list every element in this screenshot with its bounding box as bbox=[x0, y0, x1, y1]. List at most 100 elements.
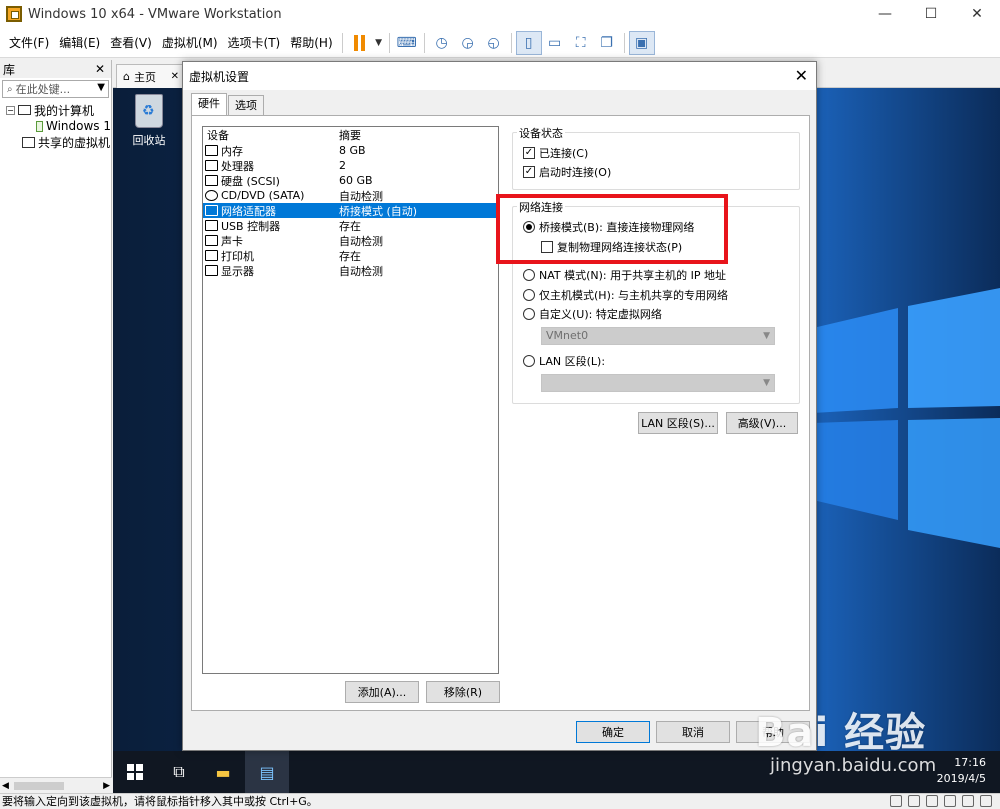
windows-logo-icon bbox=[813, 288, 1000, 548]
device-row-processor[interactable]: 处理器 2 bbox=[203, 158, 498, 173]
control-panel-button[interactable]: ▤ bbox=[245, 751, 289, 793]
vmnet-select[interactable]: VMnet0 ▼ bbox=[541, 327, 775, 345]
library-title: 库 bbox=[3, 62, 16, 77]
status-bar: 要将输入定向到该虚拟机，请将鼠标指针移入其中或按 Ctrl+G。 bbox=[0, 793, 1000, 809]
tab-home[interactable]: ⌂ 主页 ✕ bbox=[116, 64, 184, 88]
revert-snapshot-icon[interactable]: ◶ bbox=[455, 31, 481, 55]
custom-network-label: 自定义(U): 特定虚拟网络 bbox=[539, 308, 662, 321]
device-row-usb-controller[interactable]: USB 控制器 存在 bbox=[203, 218, 498, 233]
tab-hardware[interactable]: 硬件 bbox=[191, 93, 227, 115]
minimize-icon[interactable]: — bbox=[862, 0, 908, 28]
unity-icon[interactable]: ❐ bbox=[594, 31, 620, 55]
library-panel: 库 ✕ ⌕ 在此处键... ▼ − 我的计算机 Windows 1 共享的虚拟机… bbox=[0, 60, 112, 793]
device-row-printer[interactable]: 打印机 存在 bbox=[203, 248, 498, 263]
pause-dropdown-icon[interactable]: ▼ bbox=[373, 31, 385, 55]
scroll-right-icon[interactable]: ▶ bbox=[103, 781, 110, 791]
add-device-button[interactable]: 添加(A)... bbox=[345, 681, 419, 703]
tree-label: Windows 1 bbox=[45, 119, 111, 133]
search-dropdown-icon[interactable]: ▼ bbox=[97, 82, 105, 93]
baidu-watermark-url: jingyan.baidu.com bbox=[770, 755, 937, 776]
baidu-watermark: Bai 经验 bbox=[755, 710, 927, 756]
chevron-down-icon: ▼ bbox=[763, 378, 770, 388]
device-status-title: 设备状态 bbox=[517, 125, 565, 141]
dialog-tabs: 硬件 选项 bbox=[191, 93, 265, 115]
library-view-icon[interactable]: ▯ bbox=[515, 30, 542, 55]
menu-edit[interactable]: 编辑(E) bbox=[54, 28, 105, 58]
close-icon[interactable]: ✕ bbox=[954, 0, 1000, 28]
ok-button[interactable]: 确定 bbox=[576, 721, 650, 743]
connect-on-start-checkbox[interactable]: ✓ 启动时连接(O) bbox=[523, 164, 611, 180]
pause-button[interactable] bbox=[347, 31, 373, 55]
console-view-icon[interactable]: ▣ bbox=[628, 30, 655, 55]
cancel-button[interactable]: 取消 bbox=[656, 721, 730, 743]
send-ctrl-alt-del-icon[interactable]: ⌨ bbox=[394, 31, 420, 55]
hdd-status-icon[interactable] bbox=[890, 795, 902, 807]
collapse-icon[interactable]: − bbox=[6, 105, 15, 115]
device-row-hard-disk[interactable]: 硬盘 (SCSI) 60 GB bbox=[203, 173, 498, 188]
device-row-display[interactable]: 显示器 自动检测 bbox=[203, 263, 498, 278]
device-row-memory[interactable]: 内存 8 GB bbox=[203, 143, 498, 158]
tree-item-windows-vm[interactable]: Windows 1 bbox=[0, 118, 111, 134]
fullscreen-icon[interactable]: ⛶ bbox=[568, 31, 594, 55]
sound-status-icon[interactable] bbox=[962, 795, 974, 807]
scroll-left-icon[interactable]: ◀ bbox=[2, 781, 9, 791]
library-search-input[interactable]: ⌕ 在此处键... ▼ bbox=[2, 80, 109, 98]
tree-item-my-computer[interactable]: − 我的计算机 bbox=[0, 102, 111, 118]
snapshot-manager-icon[interactable]: ◵ bbox=[481, 31, 507, 55]
vm-settings-dialog: 虚拟机设置 ✕ 硬件 选项 设备 摘要 内存 8 GB 处理器 2 硬盘 (SC… bbox=[182, 61, 817, 751]
scrollbar-thumb[interactable] bbox=[14, 782, 64, 790]
network-status-icon[interactable] bbox=[926, 795, 938, 807]
maximize-icon[interactable]: ☐ bbox=[908, 0, 954, 28]
thumbnail-view-icon[interactable]: ▭ bbox=[542, 31, 568, 55]
start-button[interactable] bbox=[113, 751, 157, 793]
device-summary: 自动检测 bbox=[339, 234, 383, 248]
library-close-icon[interactable]: ✕ bbox=[95, 62, 105, 76]
lan-segments-button[interactable]: LAN 区段(S)... bbox=[638, 412, 718, 434]
lan-segment-radio[interactable]: LAN 区段(L): bbox=[523, 353, 605, 369]
snapshot-icon[interactable]: ◷ bbox=[429, 31, 455, 55]
device-status-group: 设备状态 ✓ 已连接(C) ✓ 启动时连接(O) bbox=[512, 125, 800, 190]
tree-label: 共享的虚拟机 bbox=[38, 135, 111, 150]
remove-device-button[interactable]: 移除(R) bbox=[426, 681, 500, 703]
menu-vm[interactable]: 虚拟机(M) bbox=[157, 28, 223, 58]
device-row-cd-dvd[interactable]: CD/DVD (SATA) 自动检测 bbox=[203, 188, 498, 203]
annotation-highlight-box bbox=[496, 194, 728, 264]
device-name: USB 控制器 bbox=[221, 219, 281, 233]
library-horizontal-scrollbar[interactable]: ◀ ▶ bbox=[0, 777, 112, 793]
usb-status-icon[interactable] bbox=[944, 795, 956, 807]
hard-disk-icon bbox=[205, 175, 218, 186]
menu-help[interactable]: 帮助(H) bbox=[285, 28, 337, 58]
column-device[interactable]: 设备 bbox=[207, 127, 339, 143]
recycle-bin-shortcut[interactable]: 回收站 bbox=[127, 94, 171, 148]
dialog-close-icon[interactable]: ✕ bbox=[795, 66, 808, 85]
printer-status-icon[interactable] bbox=[980, 795, 992, 807]
custom-network-radio[interactable]: 自定义(U): 特定虚拟网络 bbox=[523, 306, 662, 322]
menu-view[interactable]: 查看(V) bbox=[105, 28, 157, 58]
file-explorer-button[interactable]: ▬ bbox=[201, 751, 245, 793]
device-row-sound-card[interactable]: 声卡 自动检测 bbox=[203, 233, 498, 248]
nat-mode-label: NAT 模式(N): 用于共享主机的 IP 地址 bbox=[539, 269, 726, 282]
clock-date: 2019/4/5 bbox=[936, 772, 986, 785]
tree-item-shared-vms[interactable]: 共享的虚拟机 bbox=[0, 134, 111, 150]
taskbar-clock[interactable]: 17:16 2019/4/5 bbox=[937, 755, 986, 787]
speaker-icon bbox=[205, 235, 218, 246]
cd-status-icon[interactable] bbox=[908, 795, 920, 807]
search-icon: ⌕ bbox=[7, 83, 13, 95]
device-summary: 存在 bbox=[339, 249, 361, 263]
host-only-radio[interactable]: 仅主机模式(H): 与主机共享的专用网络 bbox=[523, 287, 728, 303]
computer-icon bbox=[18, 105, 31, 115]
menu-tabs[interactable]: 选项卡(T) bbox=[223, 28, 286, 58]
task-view-button[interactable]: ⧉ bbox=[157, 751, 201, 793]
device-summary: 桥接模式 (自动) bbox=[339, 204, 418, 218]
device-row-network-adapter[interactable]: 网络适配器 桥接模式 (自动) bbox=[203, 203, 498, 218]
nat-mode-radio[interactable]: NAT 模式(N): 用于共享主机的 IP 地址 bbox=[523, 267, 726, 283]
lan-segment-select[interactable]: ▼ bbox=[541, 374, 775, 392]
tab-options[interactable]: 选项 bbox=[228, 95, 264, 115]
radio-unselected-icon bbox=[523, 289, 535, 301]
connected-checkbox[interactable]: ✓ 已连接(C) bbox=[523, 145, 588, 161]
advanced-button[interactable]: 高级(V)... bbox=[726, 412, 798, 434]
column-summary[interactable]: 摘要 bbox=[339, 127, 361, 143]
tab-close-icon[interactable]: ✕ bbox=[171, 71, 179, 82]
host-only-label: 仅主机模式(H): 与主机共享的专用网络 bbox=[539, 289, 729, 302]
menu-file[interactable]: 文件(F) bbox=[4, 28, 54, 58]
